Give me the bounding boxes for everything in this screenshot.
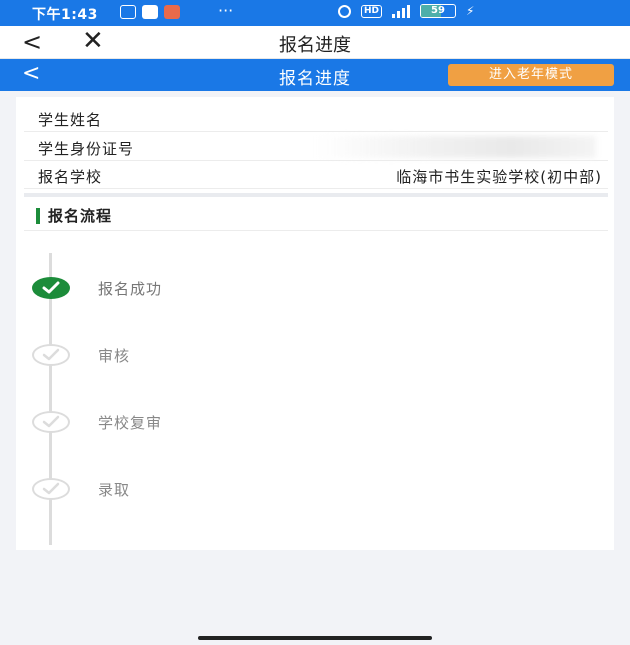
- video-app-icon: [142, 5, 158, 19]
- student-id-row: 学生身份证号: [24, 132, 608, 161]
- step-label: 录取: [98, 481, 131, 499]
- shopping-app-icon: [164, 5, 180, 19]
- page-header: < 报名进度 进入老年模式: [0, 59, 630, 91]
- nav-title: 报名进度: [279, 35, 351, 56]
- more-notifications-icon: ···: [218, 1, 234, 20]
- school-label: 报名学校: [38, 168, 103, 186]
- redacted-blur: [316, 136, 596, 158]
- charging-icon: ⚡: [466, 4, 475, 18]
- step-label: 学校复审: [98, 414, 163, 432]
- battery-icon: 59: [420, 4, 457, 18]
- school-value: 临海市书生实验学校(初中部): [396, 168, 602, 186]
- student-name-row: 学生姓名: [24, 103, 608, 132]
- home-indicator[interactable]: [198, 636, 432, 640]
- check-circle-outline-icon: [32, 478, 70, 500]
- check-circle-outline-icon: [32, 344, 70, 366]
- browser-nav-bar: < ✕ 报名进度: [0, 26, 630, 59]
- school-row: 报名学校 临海市书生实验学校(初中部): [24, 160, 608, 189]
- status-bar: 下午1:43 ··· HD 59 ⚡: [0, 0, 630, 26]
- progress-card: 学生姓名 学生身份证号 报名学校 临海市书生实验学校(初中部) 报名流程 报名成…: [16, 97, 614, 550]
- elder-mode-button[interactable]: 进入老年模式: [448, 64, 614, 86]
- notification-icons: [120, 5, 180, 19]
- app-notification-icon: [120, 5, 136, 19]
- step-label: 报名成功: [98, 280, 163, 298]
- hd-icon: HD: [361, 4, 383, 18]
- section-accent-bar: [36, 208, 40, 224]
- alarm-icon: [338, 4, 351, 18]
- section-header: 报名流程: [24, 200, 608, 231]
- check-circle-outline-icon: [32, 411, 70, 433]
- signal-icon: [392, 4, 411, 18]
- section-title: 报名流程: [48, 207, 113, 225]
- section-divider: [24, 193, 608, 197]
- battery-level: 59: [431, 5, 445, 16]
- student-name-label: 学生姓名: [38, 111, 103, 129]
- status-time: 下午1:43: [32, 7, 98, 23]
- check-circle-icon: [32, 277, 70, 299]
- step-label: 审核: [98, 347, 131, 365]
- system-status: HD 59 ⚡: [338, 4, 474, 18]
- student-id-label: 学生身份证号: [38, 140, 135, 158]
